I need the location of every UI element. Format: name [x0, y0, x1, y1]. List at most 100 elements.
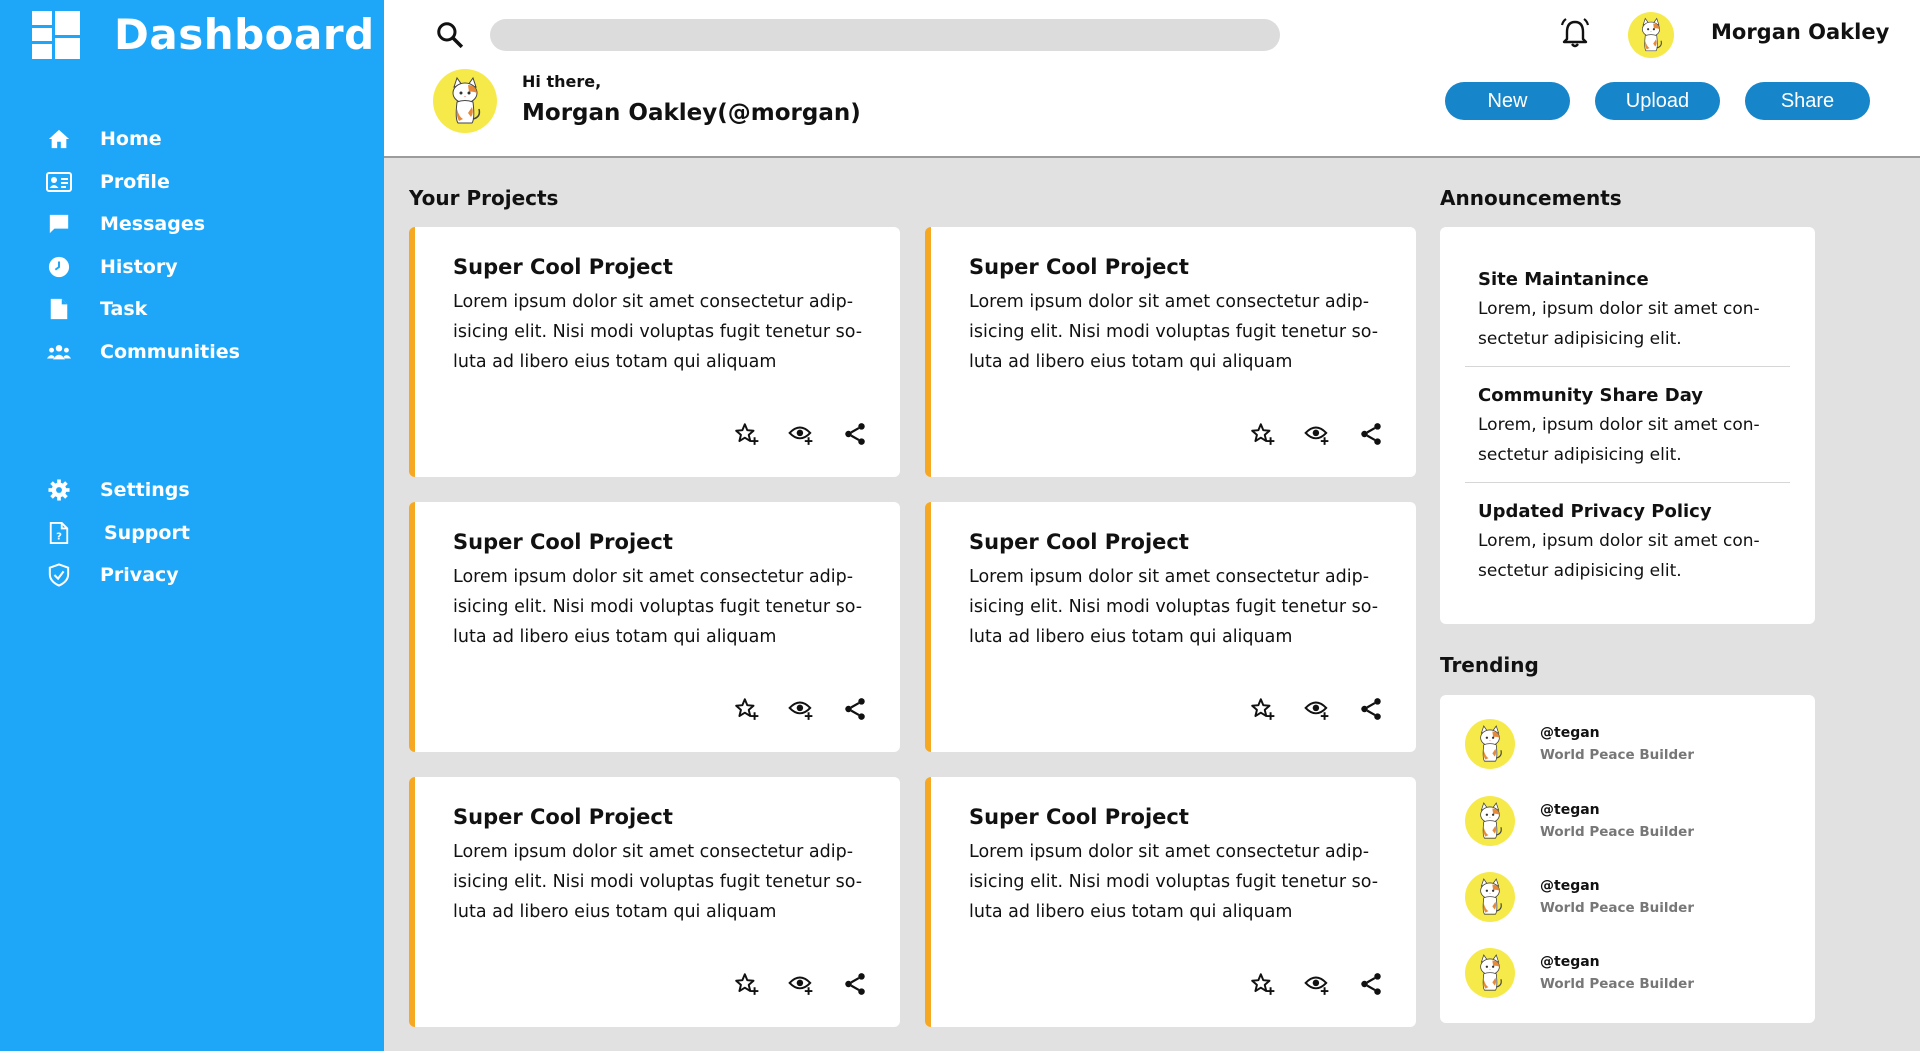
greeting-text: Hi there, [522, 72, 602, 91]
notification-bell-icon[interactable] [1558, 17, 1592, 51]
sidebar-item-label: Communities [100, 340, 240, 363]
brand[interactable]: Dashboard [32, 10, 375, 59]
project-card[interactable]: Super Cool Project Lorem ipsum dolor sit… [925, 777, 1416, 1027]
watch-add-icon[interactable] [1304, 696, 1330, 722]
header-user-name[interactable]: Morgan Oakley [1711, 20, 1889, 44]
sidebar-item-label: Task [100, 298, 148, 321]
user-avatar[interactable] [1628, 12, 1674, 58]
home-icon [46, 126, 72, 152]
divider [1465, 366, 1790, 367]
trending-avatar [1465, 796, 1515, 846]
trending-avatar [1465, 872, 1515, 922]
sidebar-item-settings[interactable]: Settings [46, 469, 190, 512]
project-card[interactable]: Super Cool Project Lorem ipsum dolor sit… [925, 227, 1416, 477]
trending-user[interactable]: @tegan World Peace Builder [1465, 872, 1694, 922]
trending-panel: @tegan World Peace Builder @tegan World … [1440, 695, 1815, 1023]
favorite-add-icon[interactable] [1250, 971, 1276, 997]
announcement-item[interactable]: Site Maintanince Lorem, ipsum dolor sit … [1465, 269, 1790, 354]
project-title: Super Cool Project [453, 805, 673, 829]
project-title: Super Cool Project [969, 530, 1189, 554]
trending-handle: @tegan [1540, 954, 1600, 970]
document-icon [46, 296, 72, 322]
profile-avatar [433, 69, 497, 133]
project-actions [734, 971, 868, 997]
favorite-add-icon[interactable] [1250, 421, 1276, 447]
sidebar-item-label: Profile [100, 170, 170, 193]
trending-section-title: Trending [1440, 653, 1539, 677]
trending-user[interactable]: @tegan World Peace Builder [1465, 719, 1694, 769]
sidebar-item-messages[interactable]: Messages [46, 203, 240, 246]
share-button[interactable]: Share [1745, 82, 1870, 120]
favorite-add-icon[interactable] [734, 971, 760, 997]
watch-add-icon[interactable] [788, 696, 814, 722]
upload-button[interactable]: Upload [1595, 82, 1720, 120]
projects-section-title: Your Projects [409, 186, 559, 210]
share-icon[interactable] [842, 696, 868, 722]
sidebar-item-label: Privacy [100, 564, 179, 587]
trending-role: World Peace Builder [1540, 976, 1694, 992]
share-icon[interactable] [1358, 971, 1384, 997]
watch-add-icon[interactable] [1304, 971, 1330, 997]
project-description: Lorem ipsum dolor sit amet consectetur a… [453, 292, 863, 372]
profile-card-icon [46, 169, 72, 195]
sidebar-item-task[interactable]: Task [46, 288, 240, 331]
sidebar-nav-main: Home Profile Messages History Task Commu… [46, 118, 240, 373]
sidebar-item-privacy[interactable]: Privacy [46, 554, 190, 597]
dashboard-logo-icon [32, 10, 80, 59]
sidebar-item-label: History [100, 255, 178, 278]
announcement-item[interactable]: Community Share Day Lorem, ipsum dolor s… [1465, 385, 1790, 470]
trending-handle: @tegan [1540, 725, 1600, 741]
favorite-add-icon[interactable] [1250, 696, 1276, 722]
trending-role: World Peace Builder [1540, 824, 1694, 840]
help-document-icon: ? [46, 520, 72, 546]
trending-role: World Peace Builder [1540, 747, 1694, 763]
trending-user[interactable]: @tegan World Peace Builder [1465, 796, 1694, 846]
project-description: Lorem ipsum dolor sit amet consectetur a… [969, 842, 1379, 922]
favorite-add-icon[interactable] [734, 696, 760, 722]
share-icon[interactable] [842, 971, 868, 997]
announcement-item[interactable]: Updated Privacy Policy Lorem, ipsum dolo… [1465, 501, 1790, 586]
sidebar-nav-bottom: Settings ? Support Privacy [46, 469, 190, 597]
svg-text:?: ? [56, 531, 62, 542]
announcement-text: Lorem, ipsum dolor sit amet con-sectetur… [1478, 531, 1760, 581]
watch-add-icon[interactable] [1304, 421, 1330, 447]
sidebar-item-home[interactable]: Home [46, 118, 240, 161]
trending-avatar [1465, 719, 1515, 769]
announcements-panel: Site Maintanince Lorem, ipsum dolor sit … [1440, 227, 1815, 624]
trending-handle: @tegan [1540, 878, 1600, 894]
sidebar-item-support[interactable]: ? Support [46, 512, 190, 555]
announcement-text: Lorem, ipsum dolor sit amet con-sectetur… [1478, 299, 1760, 349]
project-actions [734, 696, 868, 722]
project-card[interactable]: Super Cool Project Lorem ipsum dolor sit… [409, 227, 900, 477]
share-icon[interactable] [1358, 421, 1384, 447]
sidebar-item-label: Home [100, 128, 162, 151]
sidebar-item-history[interactable]: History [46, 246, 240, 289]
search-input[interactable] [490, 19, 1280, 51]
share-icon[interactable] [842, 421, 868, 447]
trending-user[interactable]: @tegan World Peace Builder [1465, 948, 1694, 998]
project-title: Super Cool Project [969, 255, 1189, 279]
announcement-title: Updated Privacy Policy [1478, 501, 1712, 522]
search-icon[interactable] [435, 20, 465, 50]
announcement-title: Site Maintanince [1478, 269, 1649, 290]
watch-add-icon[interactable] [788, 421, 814, 447]
clock-icon [46, 254, 72, 280]
share-icon[interactable] [1358, 696, 1384, 722]
project-card[interactable]: Super Cool Project Lorem ipsum dolor sit… [925, 502, 1416, 752]
sidebar-item-profile[interactable]: Profile [46, 161, 240, 204]
watch-add-icon[interactable] [788, 971, 814, 997]
project-actions [734, 421, 868, 447]
announcement-text: Lorem, ipsum dolor sit amet con-sectetur… [1478, 415, 1760, 465]
new-button[interactable]: New [1445, 82, 1570, 120]
project-title: Super Cool Project [453, 530, 673, 554]
project-description: Lorem ipsum dolor sit amet consectetur a… [969, 567, 1379, 647]
project-actions [1250, 421, 1384, 447]
sidebar-item-label: Messages [100, 213, 206, 236]
project-card[interactable]: Super Cool Project Lorem ipsum dolor sit… [409, 777, 900, 1027]
announcement-title: Community Share Day [1478, 385, 1704, 406]
project-title: Super Cool Project [453, 255, 673, 279]
favorite-add-icon[interactable] [734, 421, 760, 447]
sidebar-item-communities[interactable]: Communities [46, 331, 240, 374]
message-icon [46, 211, 72, 237]
project-card[interactable]: Super Cool Project Lorem ipsum dolor sit… [409, 502, 900, 752]
